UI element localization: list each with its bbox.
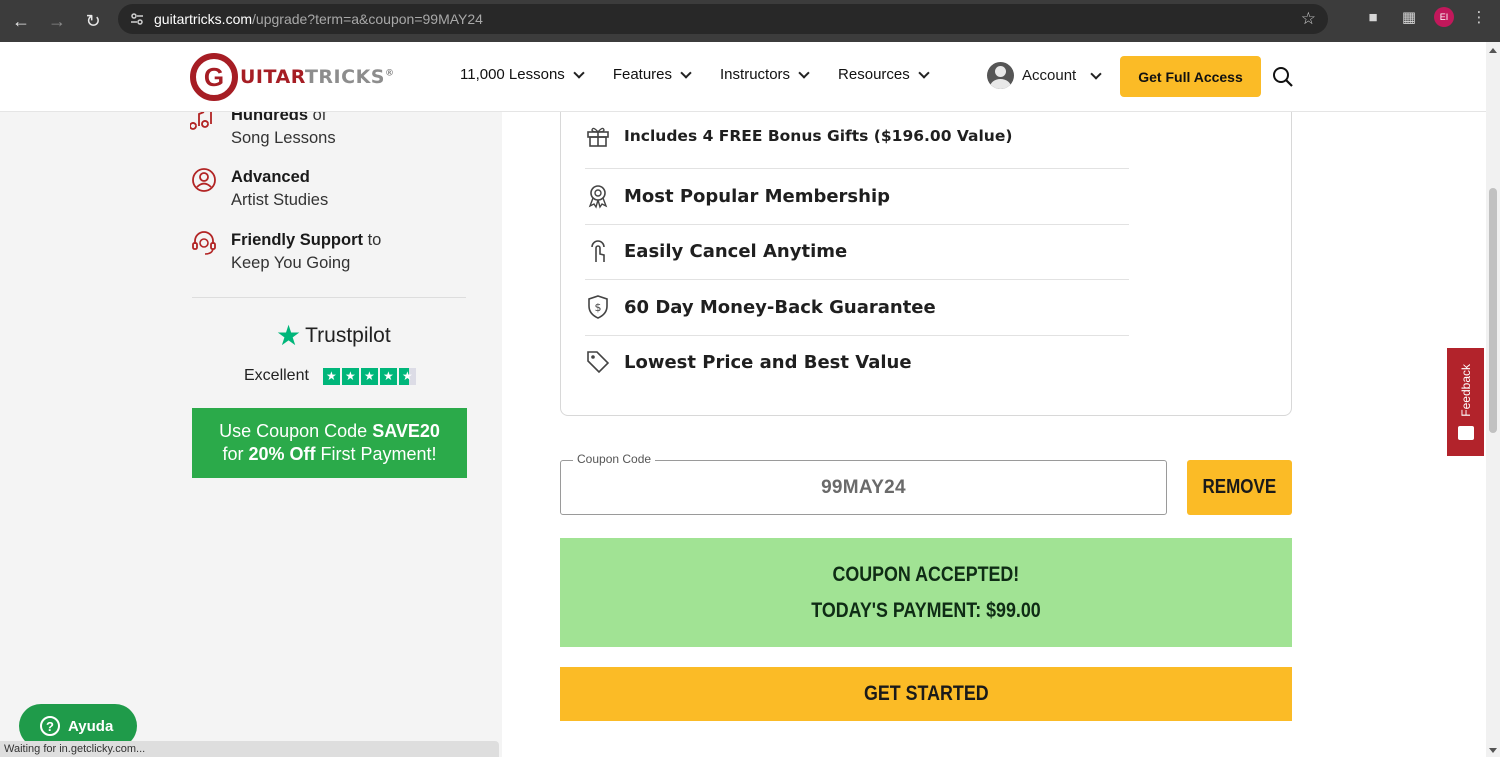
remove-coupon-button[interactable]: REMOVE — [1187, 460, 1292, 515]
chevron-down-icon — [680, 66, 692, 79]
trustpilot-star-icon: ★ — [276, 320, 302, 351]
benefit-item: Easily Cancel Anytime — [585, 238, 1129, 264]
benefit-divider — [585, 335, 1129, 336]
star-icon: ★ — [379, 367, 397, 385]
star-icon: ★ — [322, 367, 340, 385]
benefits-card: Includes 4 FREE Bonus Gifts ($196.00 Val… — [560, 90, 1292, 416]
user-circle-icon — [192, 168, 216, 192]
todays-payment: TODAY'S PAYMENT: $99.00 — [811, 598, 1041, 622]
browser-status-bar: Waiting for in.getclicky.com... — [0, 741, 499, 757]
scroll-thumb[interactable] — [1489, 188, 1497, 433]
trustpilot-logo[interactable]: ★ Trustpilot — [276, 322, 391, 350]
benefit-divider — [585, 168, 1129, 169]
coupon-code-field[interactable]: Coupon Code 99MAY24 — [560, 452, 1167, 515]
account-label: Account — [1022, 67, 1077, 84]
half-star-icon: ★ — [398, 367, 416, 385]
rating-label: Excellent — [244, 367, 309, 384]
feature-artist-studies: Advanced Artist Studies — [190, 166, 328, 212]
chevron-down-icon — [1090, 67, 1102, 80]
award-icon — [588, 185, 608, 209]
benefit-divider — [585, 279, 1129, 280]
benefit-item: Most Popular Membership — [585, 183, 1129, 209]
price-tag-icon — [587, 351, 610, 374]
extension-icon[interactable]: ■ — [1362, 6, 1384, 28]
benefit-divider — [585, 224, 1129, 225]
nav-resources[interactable]: Resources — [838, 66, 930, 83]
reload-icon[interactable]: ↻ — [78, 6, 108, 36]
coupon-accepted-message: COUPON ACCEPTED! TODAY'S PAYMENT: $99.00 — [560, 538, 1292, 647]
logo-wordmark: UITARTRICKS® — [240, 66, 395, 88]
get-started-button[interactable]: GET STARTED — [560, 667, 1292, 721]
chat-icon — [1457, 426, 1474, 441]
user-avatar-icon — [987, 62, 1014, 89]
profile-avatar[interactable]: EI — [1434, 7, 1454, 27]
page-scrollbar[interactable] — [1486, 42, 1500, 757]
header-overlay: G UITARTRICKS® 11,000 Lessons Features I… — [0, 42, 1486, 112]
back-icon[interactable]: ← — [6, 6, 36, 36]
feedback-tab[interactable]: Feedback — [1447, 348, 1484, 456]
benefit-item: $ 60 Day Money-Back Guarantee — [585, 294, 1129, 320]
address-bar[interactable]: guitartricks.com/upgrade?term=a&coupon=9… — [118, 4, 1328, 34]
left-sidebar: Hundreds of Song Lessons Advanced Artist S… — [0, 106, 502, 757]
rating-stars: ★ ★ ★ ★ ★ — [322, 367, 416, 385]
puzzle-icon[interactable]: ▦ — [1398, 6, 1420, 28]
scroll-up-arrow-icon[interactable] — [1489, 48, 1497, 53]
shield-dollar-icon: $ — [588, 295, 608, 319]
chevron-down-icon — [573, 66, 585, 79]
star-icon: ★ — [341, 367, 359, 385]
browser-toolbar: ← → ↻ guitartricks.com/upgrade?term=a&co… — [0, 0, 1500, 42]
coupon-input-value[interactable]: 99MAY24 — [561, 461, 1166, 514]
benefit-item: Includes 4 FREE Bonus Gifts ($196.00 Val… — [585, 123, 1129, 149]
chevron-down-icon — [798, 66, 810, 79]
coupon-promo-banner: Use Coupon Code SAVE20 for 20% Off First… — [192, 408, 467, 478]
question-icon: ? — [40, 716, 60, 736]
nav-features[interactable]: Features — [613, 66, 692, 83]
trustpilot-rating: Excellent ★ ★ ★ ★ ★ — [244, 367, 416, 385]
star-icon: ★ — [360, 367, 378, 385]
sidebar-divider — [192, 297, 466, 298]
account-menu[interactable]: Account — [987, 62, 1102, 89]
scroll-down-arrow-icon[interactable] — [1489, 748, 1497, 753]
headset-icon — [192, 231, 216, 255]
feedback-label: Feedback — [1458, 363, 1473, 417]
svg-text:$: $ — [595, 301, 602, 314]
forward-icon[interactable]: → — [42, 6, 72, 36]
bookmark-star-icon[interactable]: ☆ — [1301, 9, 1316, 29]
pointer-hand-icon — [591, 240, 605, 262]
logo-g-mark: G — [190, 53, 238, 101]
coupon-accepted-title: COUPON ACCEPTED! — [832, 562, 1020, 586]
kebab-menu-icon[interactable]: ⋮ — [1468, 6, 1490, 28]
url-text: guitartricks.com/upgrade?term=a&coupon=9… — [154, 11, 483, 27]
benefit-item: Lowest Price and Best Value — [585, 349, 1129, 375]
chevron-down-icon — [918, 66, 930, 79]
main-nav: 11,000 Lessons Features Instructors Reso… — [460, 66, 930, 83]
nav-instructors[interactable]: Instructors — [720, 66, 810, 83]
nav-lessons[interactable]: 11,000 Lessons — [460, 66, 585, 83]
feature-support: Friendly Support to Keep You Going — [190, 229, 381, 275]
help-label: Ayuda — [68, 717, 114, 735]
guitartricks-logo[interactable]: G UITARTRICKS® — [190, 53, 394, 101]
gift-icon — [587, 127, 609, 147]
get-full-access-button[interactable]: Get Full Access — [1120, 56, 1261, 97]
site-settings-icon[interactable] — [124, 11, 150, 27]
search-icon[interactable] — [1272, 66, 1294, 88]
